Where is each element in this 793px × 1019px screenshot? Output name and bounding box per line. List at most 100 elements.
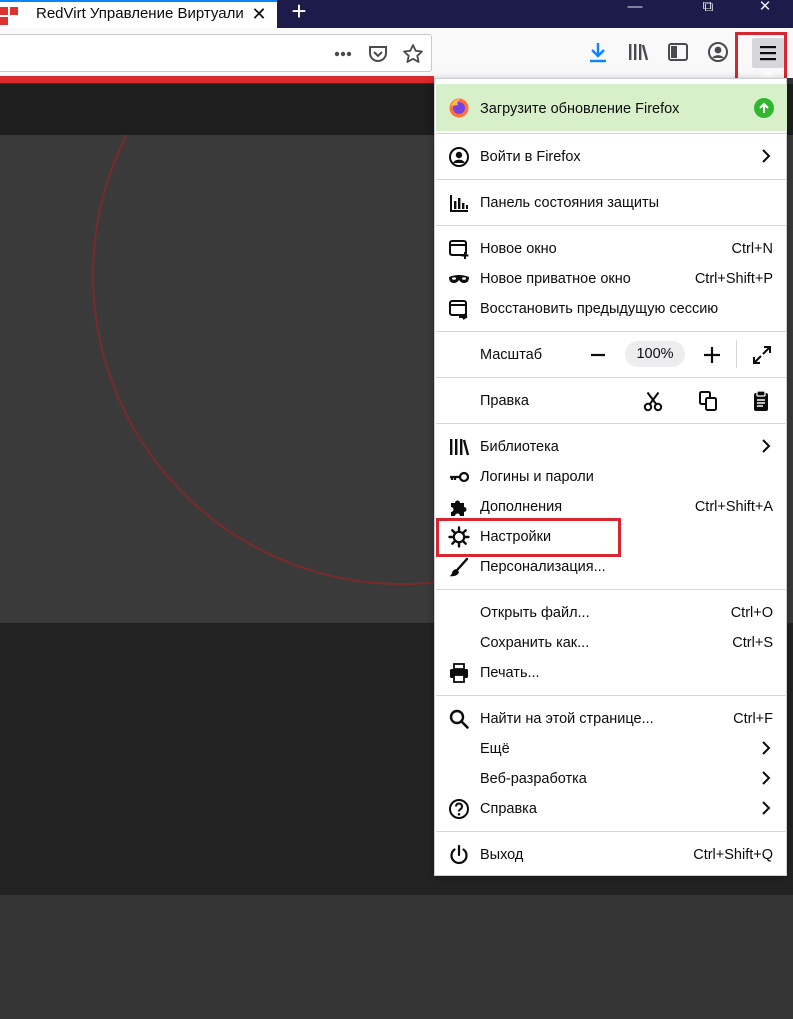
search-icon <box>449 709 469 729</box>
menu-item-print[interactable]: Печать... <box>436 658 787 686</box>
star-icon[interactable] <box>402 43 424 65</box>
new-window-icon <box>449 240 469 259</box>
window-close-button[interactable]: ✕ <box>750 0 780 20</box>
download-icon[interactable] <box>586 40 610 64</box>
menu-separator <box>436 423 787 424</box>
private-mask-icon <box>449 275 469 283</box>
chevron-right-icon <box>762 771 771 785</box>
zoom-in-button[interactable] <box>701 344 723 366</box>
page-loading-bar <box>0 76 434 83</box>
exit-shortcut: Ctrl+Shift+Q <box>693 847 773 863</box>
exit-label: Выход <box>480 847 524 863</box>
settings-highlight <box>436 518 621 557</box>
addons-label: Дополнения <box>480 499 563 515</box>
library-icon[interactable] <box>626 40 650 64</box>
menu-item-exit[interactable]: Выход Ctrl+Shift+Q <box>436 840 787 868</box>
update-label: Загрузите обновление Firefox <box>480 101 680 117</box>
restore-session-label: Восстановить предыдущую сессию <box>480 301 719 317</box>
new-window-label: Новое окно <box>480 241 557 257</box>
power-icon <box>450 844 468 865</box>
open-file-label: Открыть файл... <box>480 605 590 621</box>
menu-item-save-as[interactable]: Сохранить как... Ctrl+S <box>436 628 787 656</box>
webdev-label: Веб-разработка <box>480 771 587 787</box>
account-icon <box>449 147 469 167</box>
menu-item-zoom: Масштаб 100% <box>436 340 787 368</box>
account-icon[interactable] <box>706 40 730 64</box>
menu-item-signin[interactable]: Войти в Firefox <box>436 142 787 170</box>
app-menu-panel: Загрузите обновление Firefox Войти в Fir… <box>434 78 787 876</box>
zoom-reset-button[interactable]: 100% <box>625 341 685 367</box>
private-window-label: Новое приватное окно <box>480 271 631 287</box>
chevron-right-icon <box>762 801 771 815</box>
chevron-right-icon <box>762 149 771 163</box>
puzzle-piece-icon <box>451 500 467 516</box>
page-footer <box>0 895 793 1019</box>
cut-icon[interactable] <box>640 388 666 414</box>
menu-item-webdev[interactable]: Веб-разработка <box>436 764 787 792</box>
copy-icon[interactable] <box>695 388 721 414</box>
paste-icon[interactable] <box>748 388 774 414</box>
zoom-out-button[interactable] <box>587 344 609 366</box>
logins-label: Логины и пароли <box>480 469 594 485</box>
navigation-toolbar <box>0 28 793 78</box>
window-restore-button[interactable]: ⧉ <box>693 0 723 20</box>
menu-separator <box>436 225 787 226</box>
protections-label: Панель состояния защиты <box>480 195 660 211</box>
signin-label: Войти в Firefox <box>480 149 581 165</box>
menu-item-new-window[interactable]: Новое окно Ctrl+N <box>436 234 787 262</box>
menu-separator <box>436 377 787 378</box>
more-label: Ещё <box>480 741 510 757</box>
edit-label: Правка <box>480 393 529 409</box>
customize-label: Персонализация... <box>480 559 606 575</box>
new-window-shortcut: Ctrl+N <box>731 241 774 257</box>
save-as-shortcut: Ctrl+S <box>732 635 773 651</box>
menu-separator <box>436 133 787 134</box>
paintbrush-icon <box>449 557 469 577</box>
menu-separator <box>436 331 787 332</box>
tab-redvirt[interactable]: RedVirt Управление Виртуали ✕ <box>0 0 277 28</box>
sidebar-icon[interactable] <box>666 40 690 64</box>
find-shortcut: Ctrl+F <box>733 711 773 727</box>
zoom-divider <box>736 340 737 368</box>
menu-separator <box>436 179 787 180</box>
fullscreen-icon[interactable] <box>751 344 773 366</box>
zoom-label: Масштаб <box>480 347 543 363</box>
menu-separator <box>436 589 787 590</box>
menu-item-help[interactable]: Справка <box>436 794 787 822</box>
find-label: Найти на этой странице... <box>480 711 654 727</box>
new-tab-button[interactable]: + <box>286 0 312 26</box>
redvirt-favicon-icon <box>0 7 18 25</box>
menu-item-library[interactable]: Библиотека <box>436 432 787 460</box>
menu-item-logins[interactable]: Логины и пароли <box>436 462 787 490</box>
menu-item-open-file[interactable]: Открыть файл... Ctrl+O <box>436 598 787 626</box>
key-icon <box>450 471 470 483</box>
tab-title: RedVirt Управление Виртуали <box>36 5 244 22</box>
firefox-logo-icon <box>449 98 469 118</box>
print-label: Печать... <box>480 665 540 681</box>
menu-item-protections[interactable]: Панель состояния защиты <box>436 188 787 216</box>
menu-item-find[interactable]: Найти на этой странице... Ctrl+F <box>436 704 787 732</box>
help-icon <box>449 799 469 819</box>
printer-icon <box>450 663 468 683</box>
chevron-right-icon <box>762 741 771 755</box>
update-available-icon <box>754 98 774 118</box>
window-minimize-button[interactable]: — <box>620 0 650 20</box>
menu-item-update[interactable]: Загрузите обновление Firefox <box>436 84 787 131</box>
pocket-icon[interactable] <box>367 43 389 65</box>
dashboard-chart-icon <box>450 195 468 212</box>
more-horizontal-icon[interactable] <box>332 43 354 65</box>
menu-item-edit: Правка <box>436 386 787 414</box>
menu-item-addons[interactable]: Дополнения Ctrl+Shift+A <box>436 492 787 520</box>
private-window-shortcut: Ctrl+Shift+P <box>694 271 773 287</box>
chevron-right-icon <box>762 439 771 453</box>
menu-item-restore-session[interactable]: Восстановить предыдущую сессию <box>436 294 787 322</box>
menu-item-private-window[interactable]: Новое приватное окно Ctrl+Shift+P <box>436 264 787 292</box>
menu-separator <box>436 695 787 696</box>
menu-item-more[interactable]: Ещё <box>436 734 787 762</box>
url-bar[interactable] <box>0 34 432 72</box>
addons-shortcut: Ctrl+Shift+A <box>694 499 773 515</box>
tab-close-icon[interactable]: ✕ <box>249 4 269 24</box>
open-file-shortcut: Ctrl+O <box>730 605 773 621</box>
library-icon <box>450 439 470 456</box>
restore-session-icon <box>449 300 468 320</box>
